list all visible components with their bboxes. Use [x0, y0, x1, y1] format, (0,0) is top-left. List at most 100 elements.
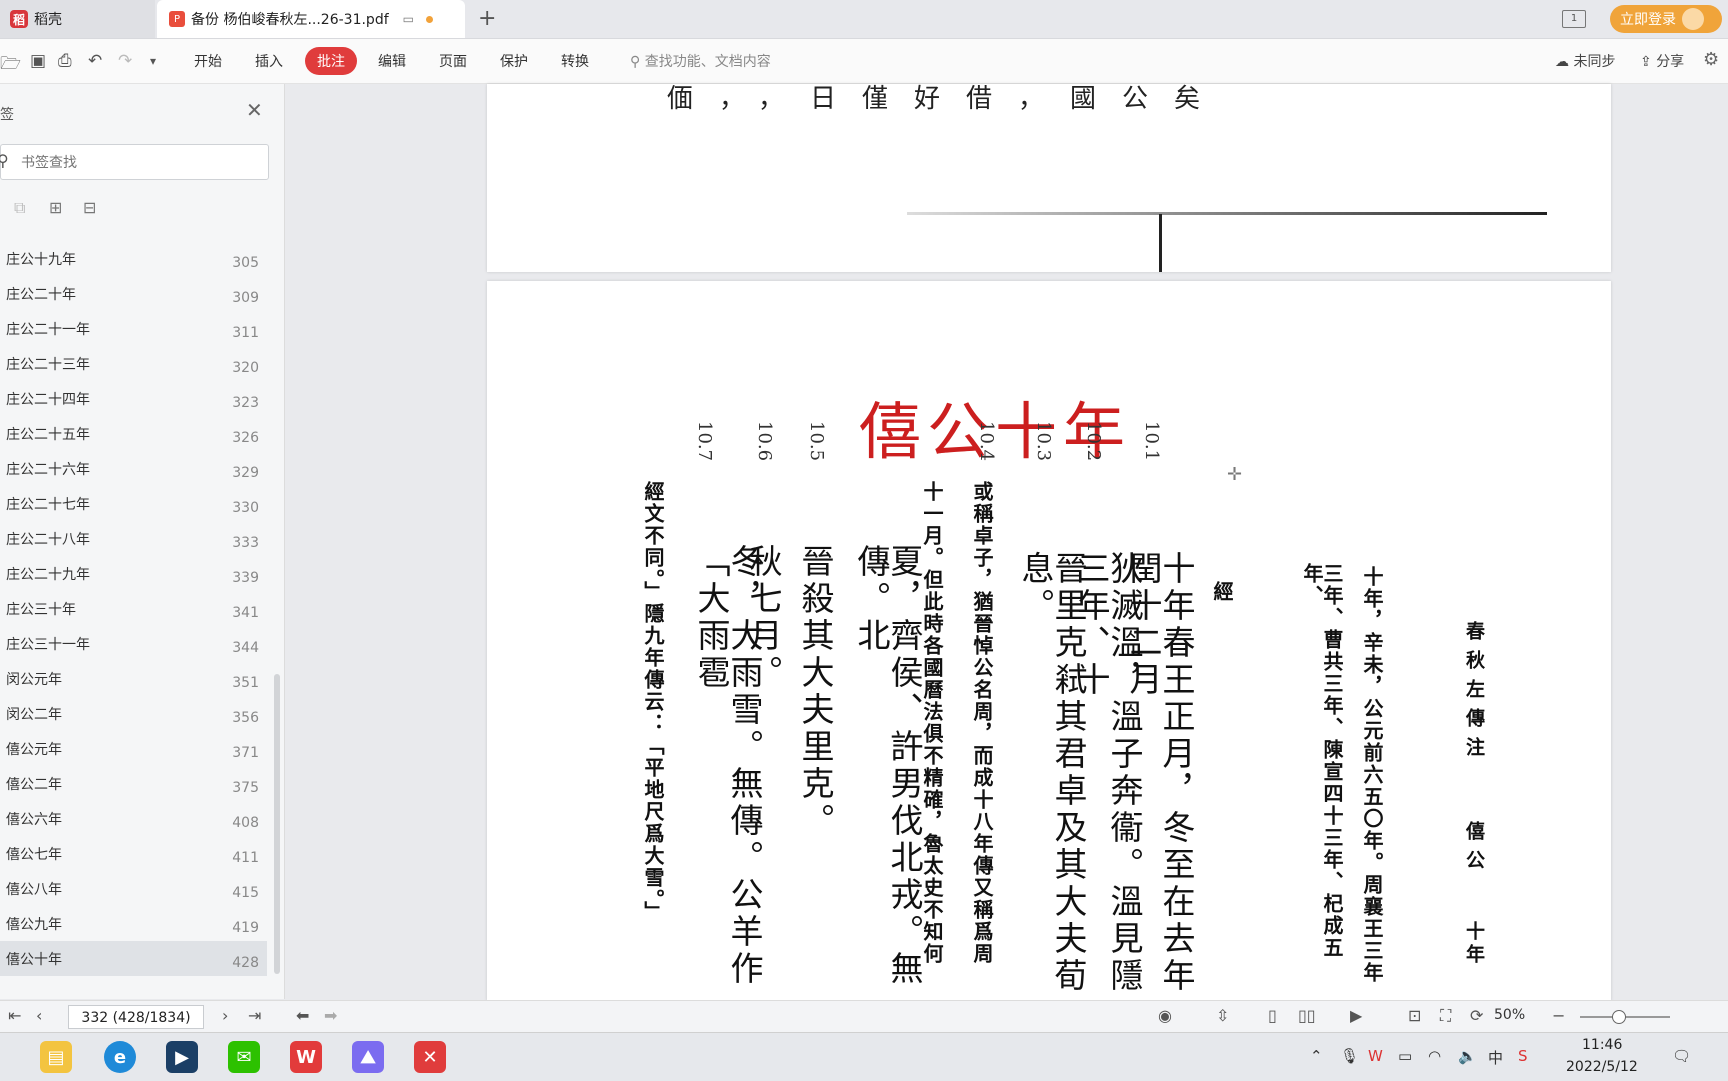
zoom-level[interactable]: 50%: [1494, 1007, 1525, 1023]
bookmark-item[interactable]: 庄公二十九年 339: [0, 556, 267, 591]
next-page-icon[interactable]: ›: [222, 1006, 228, 1025]
rotate-icon[interactable]: ⟳: [1470, 1006, 1483, 1025]
menu-insert[interactable]: 插入: [255, 51, 283, 71]
sidebar-scrollbar[interactable]: [274, 674, 280, 974]
prev-page-icon[interactable]: ‹: [36, 1006, 42, 1025]
bookmark-item[interactable]: 庄公二十年 309: [0, 276, 267, 311]
wps-office-icon[interactable]: W: [290, 1041, 322, 1073]
settings-gear-icon[interactable]: ⚙: [1703, 49, 1719, 70]
zoom-out-icon[interactable]: −: [1552, 1006, 1565, 1025]
save-icon[interactable]: ▣: [30, 51, 46, 71]
menu-start[interactable]: 开始: [194, 51, 222, 71]
single-page-icon[interactable]: ▯: [1268, 1006, 1277, 1025]
bookmark-search-field[interactable]: ⚲: [0, 144, 269, 180]
bookmark-item[interactable]: 僖公二年 375: [0, 766, 267, 801]
bookmark-page-number: 341: [232, 605, 259, 621]
bookmark-item[interactable]: 闵公二年 356: [0, 696, 267, 731]
input-method-icon[interactable]: 中: [1488, 1047, 1503, 1068]
open-folder-icon[interactable]: 🗁: [0, 51, 21, 80]
forward-icon[interactable]: ➡: [324, 1006, 337, 1025]
actual-size-icon[interactable]: ⊡: [1408, 1006, 1421, 1025]
share-button[interactable]: ⇪ 分享: [1640, 51, 1684, 71]
bookmark-item[interactable]: 庄公二十八年 333: [0, 521, 267, 556]
bookmark-item[interactable]: 庄公二十一年 311: [0, 311, 267, 346]
function-search[interactable]: ⚲ 查找功能、文档内容: [630, 51, 771, 71]
microphone-icon[interactable]: 🎙: [1340, 1047, 1359, 1065]
bookmark-page-number: 323: [232, 395, 259, 411]
bookmark-item[interactable]: 庄公二十六年 329: [0, 451, 267, 486]
running-head-book: 春秋左傳注: [1463, 621, 1485, 766]
undo-icon[interactable]: ↶: [88, 51, 102, 71]
last-page-icon[interactable]: ⇥: [248, 1006, 261, 1025]
page-number-input[interactable]: 332 (428/1834): [68, 1005, 204, 1029]
bookmark-item[interactable]: 庄公三十一年 344: [0, 626, 267, 661]
zoom-slider-knob[interactable]: [1612, 1010, 1626, 1024]
bookmark-label: 僖公八年: [6, 882, 62, 898]
clock-time[interactable]: 11:46: [1582, 1037, 1622, 1053]
menu-protect[interactable]: 保护: [500, 51, 528, 71]
back-icon[interactable]: ⬅: [296, 1006, 309, 1025]
wifi-icon[interactable]: ◠: [1428, 1047, 1441, 1065]
play-slideshow-icon[interactable]: ▶: [1350, 1006, 1362, 1025]
bookmark-item[interactable]: 庄公十九年 305: [0, 241, 267, 276]
sogou-ime-icon[interactable]: S: [1518, 1047, 1528, 1065]
xmind-app-icon[interactable]: ✕: [414, 1041, 446, 1073]
add-bookmark-icon[interactable]: ⊞: [49, 198, 62, 217]
bookmark-item[interactable]: 庄公二十四年 323: [0, 381, 267, 416]
bookmark-label: 庄公二十七年: [6, 497, 90, 513]
login-button[interactable]: 立即登录: [1610, 5, 1722, 33]
close-icon[interactable]: ✕: [246, 98, 263, 122]
file-explorer-icon[interactable]: ▤: [40, 1041, 72, 1073]
page-rule: [907, 212, 1547, 215]
bookmark-item[interactable]: 僖公六年 408: [0, 801, 267, 836]
fullscreen-icon[interactable]: ⛶: [1440, 1006, 1451, 1026]
wps-tray-icon[interactable]: W: [1368, 1047, 1383, 1065]
bookmark-search-input[interactable]: [19, 153, 243, 171]
menu-edit[interactable]: 编辑: [378, 51, 406, 71]
eye-protection-icon[interactable]: ◉: [1158, 1006, 1172, 1025]
battery-icon[interactable]: ▭: [1398, 1047, 1412, 1065]
tab-document[interactable]: P 备份 杨伯峻春秋左...26-31.pdf ▭: [157, 0, 465, 38]
photos-app-icon[interactable]: ⛰: [352, 1041, 384, 1073]
bookmark-item[interactable]: 僖公八年 415: [0, 871, 267, 906]
bookmark-item[interactable]: 庄公二十五年 326: [0, 416, 267, 451]
new-tab-icon[interactable]: +: [478, 6, 496, 31]
page-rule-vertical: [1159, 214, 1162, 272]
monitor-icon[interactable]: ▭: [403, 12, 414, 26]
bookmark-item[interactable]: 闵公元年 351: [0, 661, 267, 696]
tab-home[interactable]: 稻 稻壳: [0, 0, 155, 38]
print-icon[interactable]: ⎙: [58, 51, 72, 71]
menu-annotate[interactable]: 批注: [305, 47, 357, 75]
more-dropdown-icon[interactable]: ▾: [150, 54, 156, 68]
wechat-icon[interactable]: ✉: [228, 1041, 260, 1073]
collapse-bookmarks-icon[interactable]: ⧉: [14, 198, 25, 218]
fit-page-icon[interactable]: ⇳: [1216, 1006, 1229, 1025]
running-head-year: 十年: [1463, 921, 1485, 967]
bookmark-item[interactable]: 庄公三十年 341: [0, 591, 267, 626]
notification-icon[interactable]: 🗨: [1672, 1047, 1691, 1065]
bookmark-label: 庄公三十一年: [6, 637, 90, 653]
sync-status-button[interactable]: ☁ 未同步: [1555, 51, 1615, 71]
bookmark-icon[interactable]: ⊟: [83, 198, 96, 217]
video-app-icon[interactable]: ▶: [166, 1041, 198, 1073]
bookmark-label: 僖公十年: [6, 952, 62, 968]
chevron-up-icon[interactable]: ⌃: [1310, 1047, 1323, 1065]
two-page-icon[interactable]: ▯▯: [1298, 1006, 1316, 1025]
window-count-badge[interactable]: 1: [1562, 10, 1586, 28]
menu-convert[interactable]: 转换: [561, 51, 589, 71]
bookmark-label: 闵公元年: [6, 672, 62, 688]
first-page-icon[interactable]: ⇤: [8, 1006, 21, 1025]
volume-icon[interactable]: 🔈: [1458, 1047, 1477, 1065]
bookmark-item[interactable]: 僖公九年 419: [0, 906, 267, 941]
redo-icon[interactable]: ↷: [118, 51, 132, 71]
bookmark-page-number: 329: [232, 465, 259, 481]
bookmark-sidebar: 签 ✕ ⚲ ⧉ ⊞ ⊟ 庄公十九年305庄公二十年309庄公二十一年311庄公二…: [0, 84, 285, 999]
edge-browser-icon[interactable]: e: [104, 1041, 136, 1073]
bookmark-item[interactable]: 僖公元年 371: [0, 731, 267, 766]
bookmark-item[interactable]: 僖公七年 411: [0, 836, 267, 871]
menu-page[interactable]: 页面: [439, 51, 467, 71]
clock-date[interactable]: 2022/5/12: [1566, 1059, 1638, 1075]
bookmark-item[interactable]: 庄公二十七年 330: [0, 486, 267, 521]
bookmark-item[interactable]: 僖公十年 428: [0, 941, 267, 976]
bookmark-item[interactable]: 庄公二十三年 320: [0, 346, 267, 381]
